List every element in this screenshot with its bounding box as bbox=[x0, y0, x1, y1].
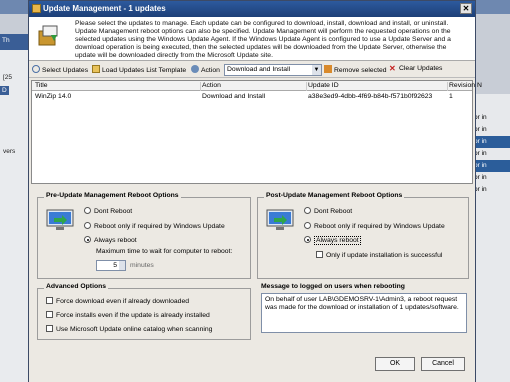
background-right-row: or in bbox=[474, 186, 487, 193]
column-update-id[interactable]: Update ID bbox=[308, 82, 448, 91]
updates-grid[interactable]: Title Action Update ID Revision N WinZip… bbox=[31, 80, 482, 184]
background-right-row: or in bbox=[471, 160, 510, 172]
advanced-options-title: Advanced Options bbox=[44, 283, 109, 290]
cell-title: WinZip 14.0 bbox=[35, 93, 72, 100]
pre-dont-reboot-radio[interactable]: Dont Reboot bbox=[84, 207, 132, 215]
clear-updates-button[interactable]: ✕ Clear Updates bbox=[389, 65, 442, 73]
radio-icon bbox=[304, 222, 311, 229]
force-download-checkbox[interactable]: Force download even if already downloade… bbox=[46, 297, 189, 305]
pre-reboot-if-required-radio[interactable]: Reboot only if required by Windows Updat… bbox=[84, 222, 225, 230]
folder-icon bbox=[92, 65, 100, 73]
computer-reboot-icon bbox=[46, 209, 74, 230]
pre-option-label: Always reboot bbox=[94, 237, 137, 244]
use-online-catalog-checkbox[interactable]: Use Microsoft Update online catalog when… bbox=[46, 325, 212, 333]
pre-always-reboot-radio[interactable]: Always reboot bbox=[84, 236, 137, 244]
spinner-arrows-icon[interactable] bbox=[119, 261, 125, 270]
dialog-titlebar[interactable]: Update Management - 1 updates ✕ bbox=[29, 1, 475, 17]
post-reboot-if-required-radio[interactable]: Reboot only if required by Windows Updat… bbox=[304, 222, 445, 230]
action-select-value: Download and Install bbox=[227, 66, 291, 73]
ok-button[interactable]: OK bbox=[375, 357, 415, 371]
gear-icon bbox=[191, 65, 199, 73]
action-select[interactable]: Download and Install ▼ bbox=[224, 64, 322, 76]
chevron-down-icon[interactable]: ▼ bbox=[312, 65, 321, 75]
checkbox-icon bbox=[316, 251, 323, 258]
background-left-label-2: D bbox=[0, 86, 9, 95]
wait-time-label: Maximum time to wait for computer to reb… bbox=[96, 248, 233, 255]
background-left-pane: Th [25 D vers bbox=[0, 34, 30, 382]
close-button[interactable]: ✕ bbox=[460, 3, 472, 14]
background-right-row: or in bbox=[471, 136, 510, 148]
post-option-label: Always reboot bbox=[314, 236, 361, 245]
action-label: Action bbox=[191, 65, 220, 74]
checkbox-icon bbox=[46, 297, 53, 304]
update-management-dialog: Update Management - 1 updates ✕ Please s… bbox=[28, 0, 482, 382]
pre-reboot-group: Pre-Update Management Reboot Options Don… bbox=[37, 192, 251, 279]
remove-selected-button[interactable]: Remove selected bbox=[324, 65, 387, 74]
background-left-label-1: [25 bbox=[3, 74, 13, 81]
background-right-row: or in bbox=[474, 150, 487, 157]
radio-selected-icon bbox=[304, 236, 311, 243]
toolbar: Select Updates Load Updates List Templat… bbox=[29, 62, 475, 78]
search-icon bbox=[32, 65, 40, 73]
radio-icon bbox=[84, 207, 91, 214]
reboot-message-textarea[interactable]: On behalf of user LAB\GDEMOSRV-1\Admin3,… bbox=[261, 293, 467, 333]
load-template-button[interactable]: Load Updates List Template bbox=[92, 65, 186, 74]
post-option-label: Reboot only if required by Windows Updat… bbox=[314, 223, 445, 230]
background-left-label-0: Th bbox=[2, 37, 10, 44]
column-title[interactable]: Title bbox=[35, 82, 201, 91]
pre-option-label: Dont Reboot bbox=[94, 208, 133, 215]
advanced-options-group: Advanced Options Force download even if … bbox=[37, 283, 251, 340]
radio-selected-icon bbox=[84, 236, 91, 243]
background-right-pane: or in or in or in or in or in or in or i… bbox=[470, 94, 510, 382]
remove-icon bbox=[324, 65, 332, 73]
clear-icon: ✕ bbox=[389, 64, 396, 73]
background-right-row: or in bbox=[474, 114, 487, 121]
grid-header: Title Action Update ID Revision N bbox=[32, 81, 482, 91]
column-action[interactable]: Action bbox=[202, 82, 307, 91]
radio-icon bbox=[84, 222, 91, 229]
wait-time-value: 5 bbox=[113, 262, 117, 269]
post-reboot-group: Post-Update Management Reboot Options Do… bbox=[257, 192, 469, 279]
window-app-icon bbox=[32, 4, 41, 13]
post-option-label: Dont Reboot bbox=[314, 208, 353, 215]
advanced-option-label: Use Microsoft Update online catalog when… bbox=[56, 326, 213, 333]
dialog-description: Please select the updates to manage. Eac… bbox=[75, 20, 451, 59]
advanced-option-label: Force installs even if the update is alr… bbox=[56, 312, 210, 319]
only-if-success-label: Only if update installation is successfu… bbox=[326, 252, 443, 259]
radio-icon bbox=[304, 207, 311, 214]
clear-updates-label: Clear Updates bbox=[399, 65, 443, 72]
wait-time-spinner[interactable]: 5 bbox=[96, 260, 126, 271]
update-package-icon bbox=[38, 25, 58, 46]
computer-reboot-icon bbox=[266, 209, 294, 230]
background-left-label-3: vers bbox=[3, 148, 16, 155]
load-template-label: Load Updates List Template bbox=[102, 67, 187, 74]
pre-option-label: Reboot only if required by Windows Updat… bbox=[94, 223, 225, 230]
action-label-text: Action bbox=[201, 67, 220, 74]
background-right-row: or in bbox=[474, 126, 487, 133]
advanced-option-label: Force download even if already downloade… bbox=[56, 298, 190, 305]
options-area: Pre-Update Management Reboot Options Don… bbox=[29, 185, 475, 382]
background-right-row: or in bbox=[474, 174, 487, 181]
checkbox-icon bbox=[46, 311, 53, 318]
post-reboot-title: Post-Update Management Reboot Options bbox=[264, 192, 405, 199]
pre-reboot-title: Pre-Update Management Reboot Options bbox=[44, 192, 181, 199]
checkbox-icon bbox=[46, 325, 53, 332]
dialog-header: Please select the updates to manage. Eac… bbox=[29, 17, 475, 61]
message-title: Message to logged on users when rebootin… bbox=[261, 283, 405, 290]
only-if-success-checkbox[interactable]: Only if update installation is successfu… bbox=[316, 251, 442, 259]
column-revision[interactable]: Revision N bbox=[449, 82, 482, 91]
dialog-title: Update Management - 1 updates bbox=[43, 4, 166, 13]
select-updates-label: Select Updates bbox=[42, 67, 89, 74]
force-install-checkbox[interactable]: Force installs even if the update is alr… bbox=[46, 311, 210, 319]
wait-time-unit: minutes bbox=[130, 262, 154, 269]
cell-revision: 1 bbox=[449, 93, 453, 100]
cancel-button[interactable]: Cancel bbox=[421, 357, 465, 371]
post-dont-reboot-radio[interactable]: Dont Reboot bbox=[304, 207, 352, 215]
post-always-reboot-radio[interactable]: Always reboot bbox=[304, 236, 361, 245]
select-updates-button[interactable]: Select Updates bbox=[32, 65, 88, 74]
table-row[interactable]: WinZip 14.0 Download and Install a38e3ed… bbox=[32, 92, 472, 103]
cell-update-id: a38e3ed9-4dbb-4f69-b84b-f571b0f92623 bbox=[308, 93, 433, 100]
remove-selected-label: Remove selected bbox=[334, 67, 387, 74]
cell-action: Download and Install bbox=[202, 93, 266, 100]
